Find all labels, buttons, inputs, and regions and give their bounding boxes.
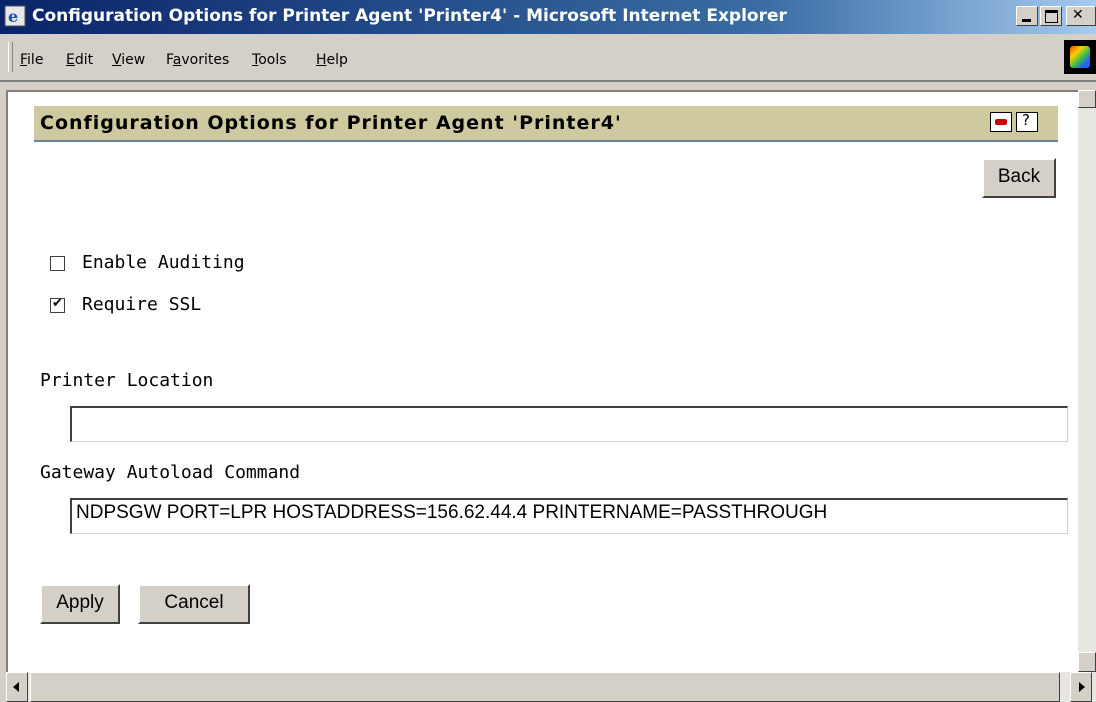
ie-logo-icon — [1064, 40, 1096, 74]
menu-tools[interactable]: Tools — [252, 52, 287, 68]
horizontal-scroll-thumb[interactable] — [30, 672, 1060, 702]
menu-grip — [8, 42, 13, 72]
scroll-right-button[interactable] — [1070, 672, 1092, 702]
scroll-down-button[interactable] — [1078, 652, 1096, 672]
vertical-scrollbar[interactable] — [1078, 90, 1096, 672]
menu-edit[interactable]: Edit — [66, 52, 93, 68]
apply-button[interactable]: Apply — [40, 584, 120, 624]
page-title: Configuration Options for Printer Agent … — [40, 112, 622, 134]
window-title-bar: e Configuration Options for Printer Agen… — [0, 0, 1096, 34]
maximize-button[interactable] — [1040, 6, 1062, 26]
back-button[interactable]: Back — [982, 158, 1056, 198]
ie-page-icon: e — [4, 5, 26, 27]
horizontal-scrollbar[interactable] — [6, 672, 1096, 702]
page-viewport: Configuration Options for Printer Agent … — [6, 90, 1078, 672]
menu-view[interactable]: View — [112, 52, 145, 68]
svg-text:e: e — [8, 7, 18, 26]
minimize-button[interactable] — [1016, 6, 1038, 26]
menu-file[interactable]: File — [20, 52, 43, 68]
menu-favorites[interactable]: Favorites — [166, 52, 229, 68]
enable-auditing-checkbox[interactable] — [50, 256, 65, 271]
menu-help[interactable]: Help — [316, 52, 348, 68]
printer-location-input[interactable] — [70, 406, 1068, 442]
require-ssl-checkbox[interactable] — [50, 296, 65, 313]
printer-location-label: Printer Location — [40, 370, 214, 391]
gateway-autoload-label: Gateway Autoload Command — [40, 462, 301, 483]
scroll-up-button[interactable] — [1078, 90, 1096, 108]
close-button[interactable] — [1066, 6, 1096, 26]
print-icon[interactable] — [990, 112, 1012, 132]
window-title: Configuration Options for Printer Agent … — [32, 6, 787, 26]
require-ssl-label: Require SSL — [82, 294, 202, 315]
scroll-left-button[interactable] — [6, 672, 28, 702]
page-header: Configuration Options for Printer Agent … — [34, 106, 1058, 142]
enable-auditing-label: Enable Auditing — [82, 252, 245, 273]
help-icon[interactable] — [1016, 111, 1038, 132]
cancel-button[interactable]: Cancel — [138, 584, 250, 624]
menu-bar: File Edit View Favorites Tools Help — [0, 34, 1096, 82]
gateway-autoload-input[interactable]: NDPSGW PORT=LPR HOSTADDRESS=156.62.44.4 … — [70, 498, 1068, 534]
